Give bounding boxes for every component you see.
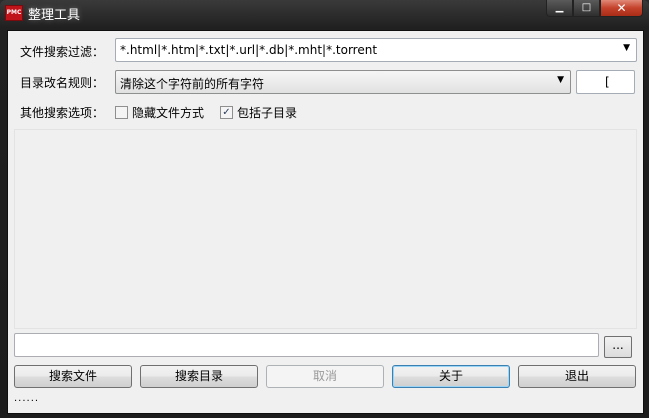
rename-label: 目录改名规则： — [20, 76, 105, 90]
path-input[interactable] — [14, 333, 599, 357]
client-area: 文件搜索过滤： *.html|*.htm|*.txt|*.url|*.db|*.… — [7, 30, 644, 414]
app-icon[interactable]: PMC — [5, 5, 23, 21]
close-button[interactable]: ✕ — [600, 0, 643, 17]
search-dirs-button[interactable]: 搜索目录 — [140, 365, 258, 388]
results-list[interactable] — [14, 129, 637, 329]
hidden-files-label: 隐藏文件方式 — [132, 106, 205, 120]
options-label: 其他搜索选项： — [20, 106, 105, 120]
title-bar[interactable]: PMC 整理工具 ▁ □ ✕ — [0, 0, 649, 26]
rename-rule-select[interactable]: 清除这个字符前的所有字符 ▼ — [115, 70, 571, 94]
search-files-button[interactable]: 搜索文件 — [14, 365, 132, 388]
rename-char-value: [ — [605, 75, 610, 89]
chevron-down-icon[interactable]: ▼ — [623, 43, 630, 53]
filter-combobox[interactable]: *.html|*.htm|*.txt|*.url|*.db|*.mht|*.to… — [115, 38, 637, 62]
include-subdirs-checkbox[interactable]: ✓ 包括子目录 — [220, 104, 297, 121]
chevron-down-icon[interactable]: ▼ — [557, 75, 564, 85]
exit-button[interactable]: 退出 — [518, 365, 636, 388]
minimize-button[interactable]: ▁ — [546, 0, 573, 17]
filter-value: *.html|*.htm|*.txt|*.url|*.db|*.mht|*.to… — [120, 43, 378, 57]
include-subdirs-label: 包括子目录 — [237, 106, 298, 120]
status-text: ...... — [14, 393, 40, 404]
filter-label: 文件搜索过滤： — [20, 45, 105, 59]
cancel-button[interactable]: 取消 — [266, 365, 384, 388]
rename-rule-value: 清除这个字符前的所有字符 — [120, 77, 265, 91]
about-button[interactable]: 关于 — [392, 365, 510, 388]
rename-char-input[interactable]: [ — [576, 70, 635, 94]
browse-button[interactable]: ... — [604, 336, 632, 358]
hidden-files-checkbox[interactable]: 隐藏文件方式 — [115, 104, 204, 121]
maximize-button[interactable]: □ — [573, 0, 600, 17]
caption-buttons: ▁ □ ✕ — [546, 0, 643, 18]
window: PMC 整理工具 ▁ □ ✕ 文件搜索过滤： *.html|*.htm|*.tx… — [0, 0, 649, 418]
checkbox-box[interactable] — [115, 106, 128, 119]
checkmark-icon[interactable]: ✓ — [220, 106, 233, 119]
window-title: 整理工具 — [28, 8, 81, 23]
